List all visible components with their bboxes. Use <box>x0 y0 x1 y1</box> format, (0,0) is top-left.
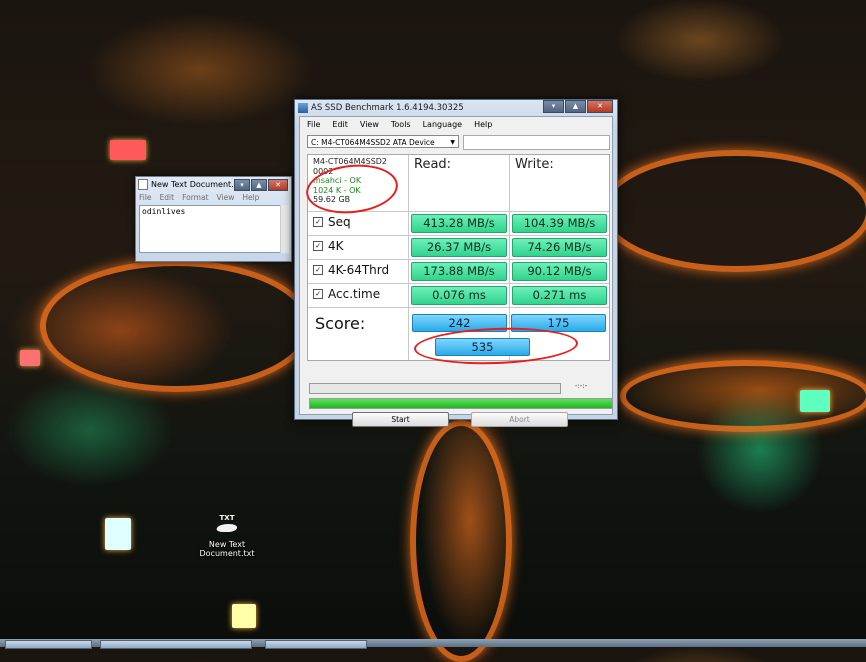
test-label: 4K <box>328 239 344 253</box>
taskbar-item[interactable] <box>5 640 92 649</box>
write-result: 74.26 MB/s <box>512 238 607 257</box>
as-ssd-titlebar[interactable]: AS SSD Benchmark 1.6.4194.30325 ▾ ▲ ✕ <box>295 99 617 116</box>
overall-progress-bar <box>309 398 613 409</box>
abort-button[interactable]: Abort <box>471 412 568 427</box>
drive-info-field <box>463 135 610 150</box>
menu-tools[interactable]: Tools <box>391 120 411 129</box>
checkbox-checked-icon[interactable]: ✓ <box>313 265 323 275</box>
text-file-icon: TXT <box>215 514 239 540</box>
results-grid: M4-CT064M4SSD2 0002 msahci - OK 1024 K -… <box>303 154 610 367</box>
notepad-title: New Text Document... <box>151 180 233 189</box>
checkbox-checked-icon[interactable]: ✓ <box>313 289 323 299</box>
menu-view[interactable]: View <box>360 120 379 129</box>
write-header: Write: <box>515 157 554 172</box>
notepad-menubar: File Edit Format View Help <box>136 192 291 204</box>
read-result: 413.28 MB/s <box>411 214 507 233</box>
wallpaper-highway <box>410 420 512 662</box>
test-row-acc-time[interactable]: ✓ Acc.time <box>313 287 380 301</box>
test-row-4k[interactable]: ✓ 4K <box>313 239 344 253</box>
menu-edit[interactable]: Edit <box>160 192 175 204</box>
wallpaper-highway <box>40 260 312 392</box>
minimize-button[interactable]: ▾ <box>234 178 250 191</box>
menu-view[interactable]: View <box>217 192 235 204</box>
write-result: 104.39 MB/s <box>512 214 607 233</box>
start-button[interactable]: Start <box>352 412 449 427</box>
close-button[interactable]: ✕ <box>268 178 288 191</box>
as-ssd-app-icon <box>298 103 308 113</box>
wallpaper-billboard <box>110 140 146 160</box>
notepad-titlebar[interactable]: New Text Document... ▾ ▲ ✕ <box>136 177 291 192</box>
wallpaper-billboard <box>105 518 131 550</box>
wallpaper-billboard <box>800 390 830 412</box>
taskbar-item[interactable] <box>265 640 367 649</box>
as-ssd-window[interactable]: AS SSD Benchmark 1.6.4194.30325 ▾ ▲ ✕ Fi… <box>294 99 618 427</box>
notepad-text-area[interactable]: odinlives <box>139 205 281 253</box>
menu-help[interactable]: Help <box>474 120 492 129</box>
write-result: 90.12 MB/s <box>512 262 607 281</box>
as-ssd-title: AS SSD Benchmark 1.6.4194.30325 <box>311 103 464 113</box>
read-header: Read: <box>414 157 452 172</box>
checkbox-checked-icon[interactable]: ✓ <box>313 241 323 251</box>
desktop-icon-label: New Text Document.txt <box>199 540 255 558</box>
maximize-button[interactable]: ▲ <box>565 99 586 113</box>
grid-divider <box>308 283 609 284</box>
drive-select[interactable]: C: M4-CT064M4SSD2 ATA Device ▼ <box>307 135 459 148</box>
wallpaper-billboard <box>20 350 40 366</box>
read-result: 26.37 MB/s <box>411 238 507 257</box>
test-row-seq[interactable]: ✓ Seq <box>313 215 351 229</box>
chevron-down-icon: ▼ <box>450 139 455 146</box>
grid-divider <box>308 307 609 308</box>
text-file-icon-tag: TXT <box>219 514 235 522</box>
wallpaper-billboard <box>232 604 256 628</box>
test-label: Seq <box>328 215 351 229</box>
grid-divider <box>308 235 609 236</box>
test-progress-bar <box>309 383 561 394</box>
notepad-icon <box>138 179 148 190</box>
test-label: Acc.time <box>328 287 381 301</box>
close-button[interactable]: ✕ <box>587 99 613 113</box>
overall-progress-fill <box>310 399 612 408</box>
taskbar-item[interactable] <box>100 640 252 649</box>
text-file-icon-shape <box>215 524 239 532</box>
score-label: Score: <box>315 314 366 333</box>
checkbox-checked-icon[interactable]: ✓ <box>313 217 323 227</box>
grid-divider <box>308 259 609 260</box>
as-ssd-menubar: File Edit View Tools Language Help <box>300 117 612 131</box>
menu-format[interactable]: Format <box>182 192 208 204</box>
menu-file[interactable]: File <box>139 192 152 204</box>
grid-divider <box>408 155 409 360</box>
minimize-button[interactable]: ▾ <box>543 99 564 113</box>
as-ssd-client-area: File Edit View Tools Language Help C: M4… <box>299 116 613 427</box>
read-result: 173.88 MB/s <box>411 262 507 281</box>
desktop-icon-text-document[interactable]: TXT New Text Document.txt <box>197 514 257 558</box>
test-row-4k-64thrd[interactable]: ✓ 4K-64Thrd <box>313 263 389 277</box>
read-result: 0.076 ms <box>411 286 507 305</box>
notepad-scrollbar[interactable] <box>280 205 289 253</box>
menu-file[interactable]: File <box>307 120 320 129</box>
wallpaper-highway <box>600 150 866 272</box>
notepad-window[interactable]: New Text Document... ▾ ▲ ✕ File Edit For… <box>135 176 292 262</box>
write-result: 0.271 ms <box>512 286 607 305</box>
test-label: 4K-64Thrd <box>328 263 390 277</box>
menu-help[interactable]: Help <box>242 192 259 204</box>
menu-language[interactable]: Language <box>423 120 462 129</box>
elapsed-time: -:-:- <box>575 382 588 390</box>
menu-edit[interactable]: Edit <box>332 120 348 129</box>
maximize-button[interactable]: ▲ <box>251 178 267 191</box>
drive-select-value: C: M4-CT064M4SSD2 ATA Device <box>311 138 435 147</box>
